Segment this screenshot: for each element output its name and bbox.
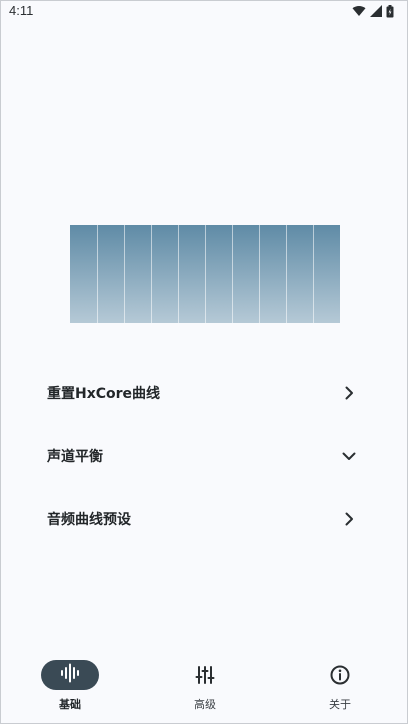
equalizer-band-divider (232, 225, 233, 323)
nav-item-basic[interactable]: 基础 (20, 650, 120, 714)
equalizer-band-divider (151, 225, 152, 323)
nav-label-about: 关于 (329, 698, 351, 711)
nav-label-advanced: 高级 (194, 698, 216, 711)
nav-label-basic: 基础 (59, 698, 81, 711)
audio-curve-presets-label: 音频曲线预设 (47, 512, 131, 528)
info-icon (329, 664, 351, 686)
channel-balance-row[interactable]: 声道平衡 (0, 436, 408, 476)
equalizer-band-divider (205, 225, 206, 323)
chevron-down-icon (340, 447, 358, 465)
equalizer-band-divider (124, 225, 125, 323)
equalizer-band-divider (286, 225, 287, 323)
equalizer-band-divider (259, 225, 260, 323)
waveform-icon (59, 663, 81, 687)
reset-hxcore-curve-row[interactable]: 重置HxCore曲线 (0, 373, 408, 413)
chevron-right-icon (340, 384, 358, 402)
equalizer-band-divider (97, 225, 98, 323)
equalizer-band-divider (313, 225, 314, 323)
sliders-icon (194, 664, 216, 686)
status-time: 4:11 (9, 3, 34, 18)
app-frame (0, 0, 408, 724)
chevron-right-icon (340, 510, 358, 528)
channel-balance-label: 声道平衡 (47, 449, 103, 465)
wifi-icon (352, 5, 366, 17)
battery-icon (386, 4, 394, 18)
status-bar: 4:11 (0, 0, 408, 24)
nav-item-about[interactable]: 关于 (290, 650, 390, 714)
nav-active-indicator (41, 660, 99, 690)
status-icons (352, 4, 394, 18)
equalizer-band-divider (178, 225, 179, 323)
nav-item-advanced[interactable]: 高级 (155, 650, 255, 714)
signal-icon (370, 5, 382, 17)
reset-hxcore-curve-label: 重置HxCore曲线 (47, 386, 161, 402)
audio-curve-presets-row[interactable]: 音频曲线预设 (0, 499, 408, 539)
bottom-navigation: 基础 高级 关于 (0, 650, 408, 724)
equalizer-panel[interactable] (70, 225, 340, 323)
